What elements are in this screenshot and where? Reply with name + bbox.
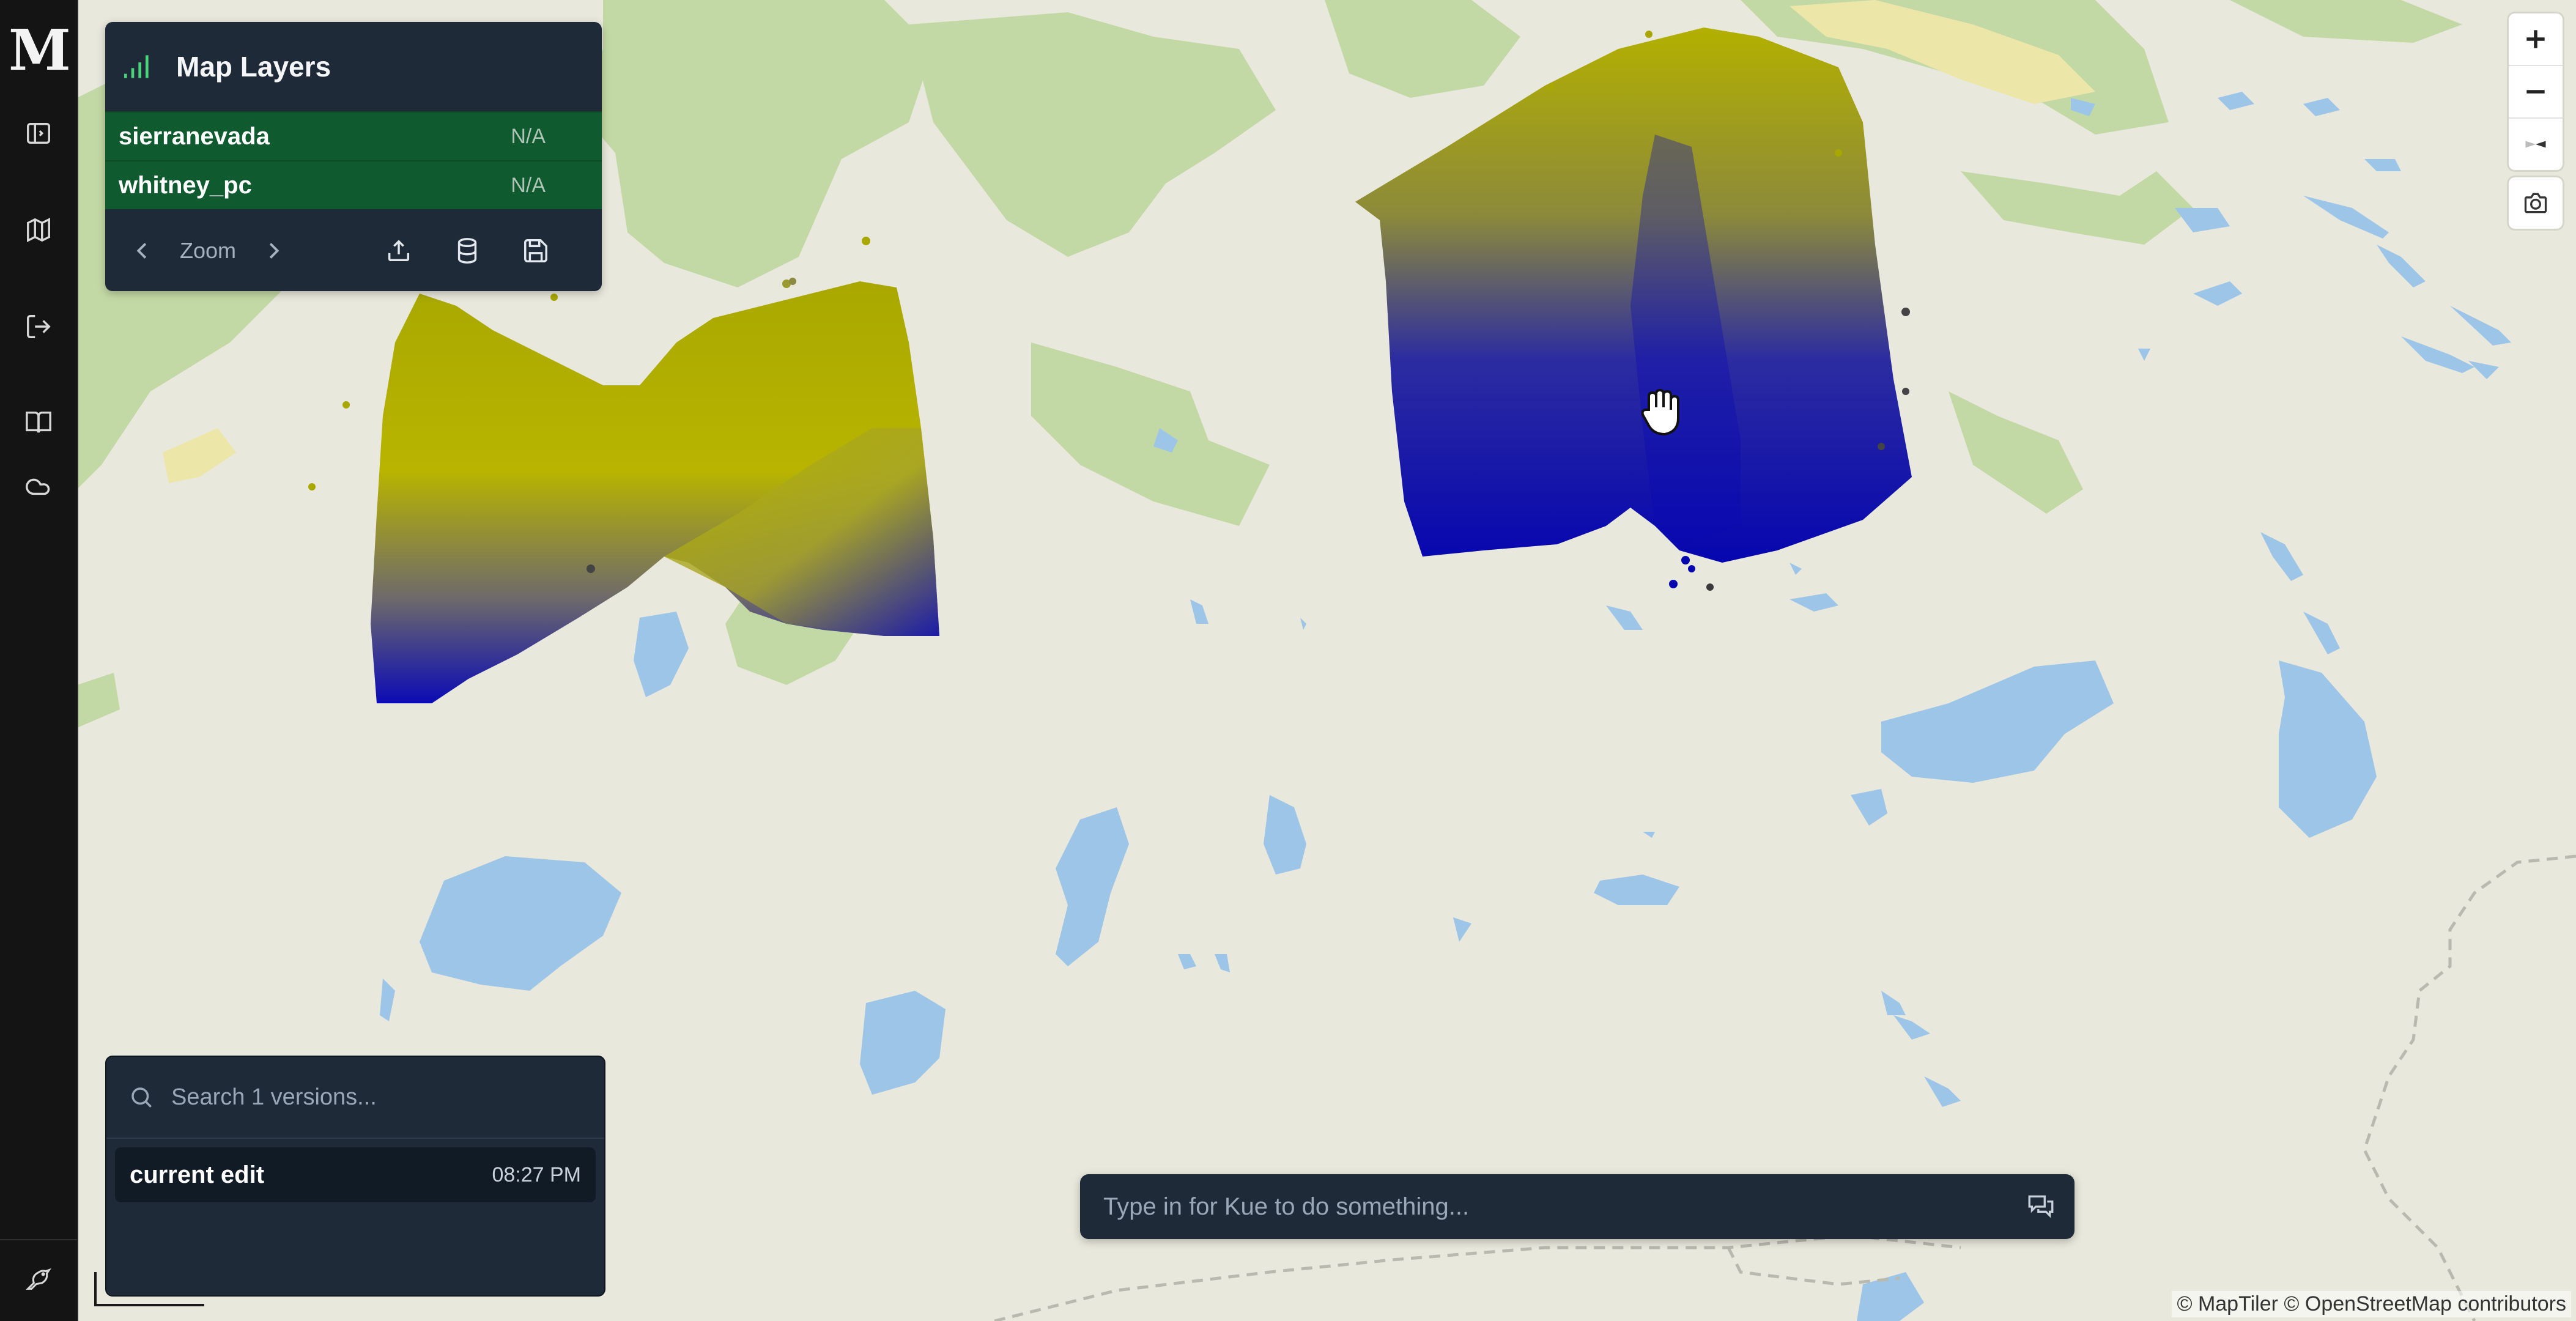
version-name: current edit bbox=[130, 1161, 265, 1188]
boundary-lines bbox=[994, 854, 2576, 1321]
layers-panel-header: Map Layers bbox=[105, 22, 602, 111]
map-attribution[interactable]: © MapTiler © OpenStreetMap contributors bbox=[2172, 1291, 2571, 1317]
version-time: 08:27 PM bbox=[492, 1163, 581, 1186]
versions-search-input[interactable] bbox=[170, 1083, 564, 1111]
sidebar-panel-icon bbox=[27, 122, 50, 144]
chat-send-icon[interactable] bbox=[2026, 1191, 2056, 1222]
screenshot-control bbox=[2509, 177, 2563, 229]
bird-icon bbox=[26, 1268, 52, 1290]
save-button[interactable] bbox=[514, 229, 558, 273]
database-icon bbox=[457, 238, 477, 264]
book-icon bbox=[26, 411, 51, 433]
layer-value: N/A bbox=[511, 124, 546, 148]
zoom-label: Zoom bbox=[179, 238, 237, 263]
layer-name: sierranevada bbox=[119, 122, 270, 150]
cloud-icon bbox=[26, 478, 50, 495]
minus-icon bbox=[2526, 90, 2545, 94]
chat-input[interactable] bbox=[1102, 1192, 1985, 1221]
layer-value: N/A bbox=[511, 173, 546, 197]
docs-button[interactable] bbox=[20, 404, 57, 440]
versions-search-bar bbox=[106, 1057, 604, 1139]
pointcloud-whitney bbox=[1355, 28, 1912, 563]
zoom-in-button[interactable] bbox=[2509, 13, 2563, 66]
layers-panel-title: Map Layers bbox=[176, 51, 331, 83]
zoom-next-button[interactable] bbox=[251, 229, 295, 273]
zoom-prev-button[interactable] bbox=[121, 229, 165, 273]
plus-icon bbox=[2526, 30, 2545, 48]
version-item[interactable]: current edit 08:27 PM bbox=[115, 1147, 596, 1202]
zoom-out-button[interactable] bbox=[2509, 66, 2563, 119]
bird-button[interactable] bbox=[20, 1261, 57, 1298]
chevron-right-icon bbox=[269, 243, 279, 259]
cloud-button[interactable] bbox=[20, 467, 57, 504]
screenshot-button[interactable] bbox=[2509, 177, 2563, 229]
upload-button[interactable] bbox=[377, 229, 421, 273]
layer-row[interactable]: sierranevada N/A bbox=[105, 111, 602, 160]
layer-name: whitney_pc bbox=[119, 171, 252, 199]
map-icon bbox=[27, 217, 50, 243]
map-layers-panel: Map Layers sierranevada N/A whitney_pc N… bbox=[105, 22, 602, 291]
camera-icon bbox=[2524, 193, 2547, 213]
versions-panel: current edit 08:27 PM bbox=[105, 1056, 605, 1297]
signal-bars-icon bbox=[124, 55, 149, 78]
layers-panel-toolbar: Zoom bbox=[105, 209, 602, 291]
layer-row[interactable]: whitney_pc N/A bbox=[105, 160, 602, 209]
chevron-left-icon bbox=[136, 243, 147, 259]
search-icon bbox=[131, 1087, 152, 1108]
app-sidebar: M bbox=[0, 0, 78, 1321]
compass-icon bbox=[2525, 141, 2546, 148]
chat-bar bbox=[1080, 1174, 2074, 1239]
rail-divider bbox=[0, 1239, 77, 1240]
compass-button[interactable] bbox=[2509, 119, 2563, 170]
scale-bar bbox=[94, 1272, 204, 1306]
map-nav-button[interactable] bbox=[20, 212, 57, 248]
logout-button[interactable] bbox=[20, 308, 57, 345]
database-button[interactable] bbox=[445, 229, 489, 273]
save-icon bbox=[524, 239, 547, 262]
map-zoom-controls bbox=[2509, 13, 2563, 170]
upload-icon bbox=[388, 240, 410, 262]
logout-icon bbox=[27, 315, 51, 338]
toggle-panel-button[interactable] bbox=[20, 115, 57, 152]
app-logo[interactable]: M bbox=[9, 22, 71, 78]
